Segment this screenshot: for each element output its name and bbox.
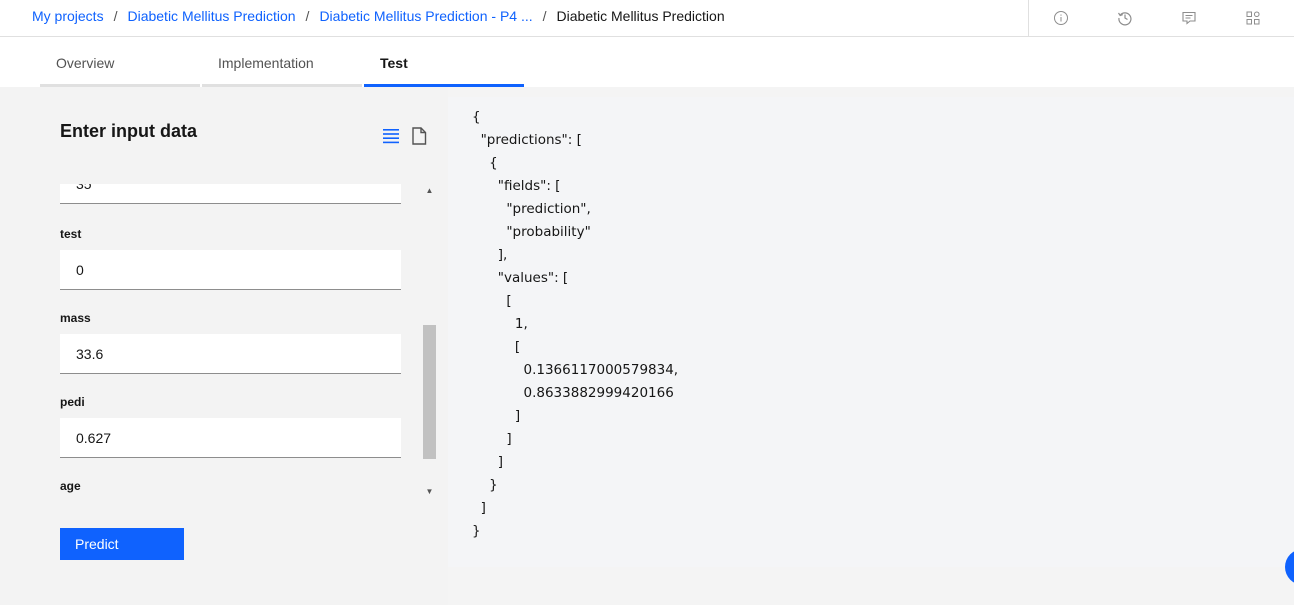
info-icon [1054,11,1068,25]
input-view-switcher [382,127,428,145]
field-label: pedi [60,395,85,409]
apps-icon [1246,11,1260,25]
field-value: 33.6 [76,345,104,362]
field-input-test[interactable]: 0 [60,250,401,290]
input-panel: Enter input data 35 test 0 [0,87,448,605]
tab-bar: Overview Implementation Test [40,37,526,87]
predict-button[interactable]: Predict [60,528,184,560]
history-button[interactable] [1093,0,1157,36]
prediction-result-panel: { "predictions": [ { "fields": [ "predic… [448,97,1294,567]
field-group: 0.627 [60,418,401,458]
field-value: 35 [76,184,92,192]
field-group: 0 [60,250,401,290]
breadcrumb-separator: / [542,8,547,24]
field-value: 0.627 [76,429,112,446]
field-group: age [60,479,81,496]
comment-icon [1182,11,1196,25]
field-value: 0 [76,261,84,278]
breadcrumb-separator: / [305,8,310,24]
breadcrumb-deployment[interactable]: Diabetic Mellitus Prediction - P4 ... [319,8,532,24]
json-view-icon[interactable] [410,127,428,145]
tab-test[interactable]: Test [364,37,524,87]
comments-button[interactable] [1157,0,1221,36]
field-input-pedi[interactable]: 0.627 [60,418,401,458]
field-group: 33.6 [60,334,401,374]
apps-button[interactable] [1221,0,1285,36]
field-group: 35 [60,184,401,204]
panel-title: Enter input data [60,121,198,141]
top-bar: My projects / Diabetic Mellitus Predicti… [0,0,1294,37]
breadcrumb-my-projects[interactable]: My projects [32,8,104,24]
header-actions [1028,0,1294,36]
tab-implementation[interactable]: Implementation [202,37,362,87]
input-form: 35 test 0 mass 33.6 pedi 0.627 age [60,184,402,500]
field-group: pedi [60,395,85,412]
main-content: Enter input data 35 test 0 [0,87,1294,605]
form-view-icon[interactable] [382,127,400,145]
field-label: mass [60,311,91,325]
field-label: test [60,227,82,241]
form-scrollbar[interactable]: ▲ ▼ [423,184,436,500]
breadcrumb-separator: / [113,8,118,24]
breadcrumb-current: Diabetic Mellitus Prediction [556,8,725,24]
scroll-down-icon[interactable]: ▼ [425,487,434,496]
scroll-up-icon[interactable]: ▲ [425,186,434,195]
history-icon [1118,12,1132,26]
field-group: mass [60,311,91,328]
prediction-json-output: { "predictions": [ { "fields": [ "predic… [472,109,679,539]
breadcrumb: My projects / Diabetic Mellitus Predicti… [32,8,725,24]
field-input-mass[interactable]: 33.6 [60,334,401,374]
field-input-plas[interactable]: 35 [60,184,401,204]
info-button[interactable] [1029,0,1093,36]
field-label: age [60,479,81,493]
breadcrumb-project[interactable]: Diabetic Mellitus Prediction [127,8,295,24]
tab-overview[interactable]: Overview [40,37,200,87]
scroll-thumb[interactable] [423,325,436,459]
field-group: test [60,227,81,244]
